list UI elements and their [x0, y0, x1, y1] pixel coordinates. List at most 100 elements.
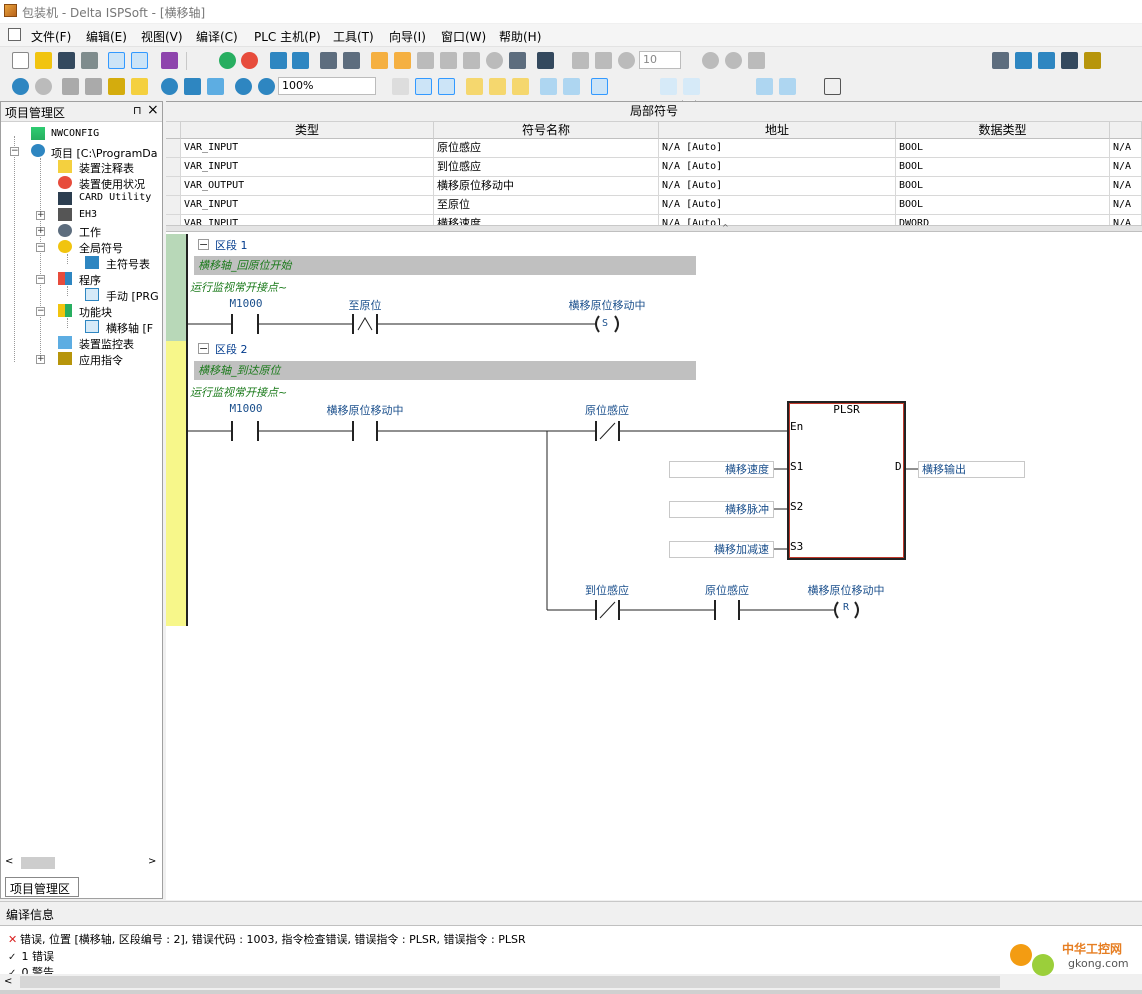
table-cell[interactable]: N/A — [1110, 139, 1142, 158]
table-cell[interactable]: VAR_INPUT — [181, 196, 434, 215]
collapse-icon[interactable]: − — [36, 307, 45, 316]
scroll-thumb[interactable] — [20, 976, 1000, 988]
tree-item-nwconfig[interactable]: NWCONFIG — [51, 128, 99, 139]
table-cell[interactable]: 原位感应 — [434, 139, 659, 158]
menu-window[interactable]: 窗口(W) — [441, 28, 486, 45]
table-cell[interactable]: BOOL — [896, 158, 1110, 177]
collapse-icon[interactable]: − — [10, 147, 19, 156]
tree-item-function-block[interactable]: 功能块 — [79, 304, 112, 320]
table-cell[interactable]: N/A — [1110, 196, 1142, 215]
find-icon[interactable] — [161, 78, 178, 95]
output-summary-errors[interactable]: ✓ 1 错误 — [8, 948, 54, 964]
table-cell[interactable]: DWORD — [896, 215, 1110, 225]
menu-file[interactable]: 文件(F) — [31, 28, 71, 45]
save-icon[interactable] — [58, 52, 75, 69]
window-tool-icon[interactable] — [992, 52, 1009, 69]
tree-item-app-instruction[interactable]: 应用指令 — [79, 352, 123, 368]
eraser-icon[interactable] — [131, 78, 148, 95]
comm-setting-icon[interactable] — [537, 52, 554, 69]
network-icon[interactable] — [509, 52, 526, 69]
table-cell[interactable]: BOOL — [896, 196, 1110, 215]
upload-icon[interactable] — [270, 52, 287, 69]
table-cell[interactable]: N/A [Auto] — [659, 215, 896, 225]
undo-icon[interactable] — [12, 78, 29, 95]
pencil-icon[interactable] — [371, 52, 388, 69]
column-header-data-type[interactable]: 数据类型 — [896, 122, 1110, 139]
table-cell[interactable]: N/A [Auto] — [659, 158, 896, 177]
branch-icon[interactable] — [540, 78, 557, 95]
menu-view[interactable]: 视图(V) — [141, 28, 183, 45]
tree-item-eh3[interactable]: EH3 — [79, 209, 97, 220]
online-monitor-icon[interactable] — [320, 52, 337, 69]
branch-end-icon[interactable] — [563, 78, 580, 95]
table-cell[interactable]: N/A [Auto] — [659, 196, 896, 215]
table-cell[interactable]: 至原位 — [434, 196, 659, 215]
table-cell[interactable]: VAR_INPUT — [181, 158, 434, 177]
pointer-icon[interactable] — [591, 78, 608, 95]
column-header-extra[interactable] — [1110, 122, 1142, 139]
tree-item-traverse-axis[interactable]: 横移轴 [F — [106, 320, 153, 336]
output-horizontal-scrollbar[interactable]: < — [0, 974, 1142, 990]
network-comment-icon[interactable] — [512, 78, 529, 95]
expand-icon[interactable]: + — [36, 355, 45, 364]
jump-icon[interactable] — [207, 78, 224, 95]
window-tool-icon[interactable] — [1038, 52, 1055, 69]
edit-monitor-icon[interactable] — [394, 52, 411, 69]
address-icon[interactable] — [392, 78, 409, 95]
device-monitor-icon[interactable] — [343, 52, 360, 69]
function-block-icon[interactable] — [660, 78, 677, 95]
collapse-icon[interactable]: − — [36, 243, 45, 252]
book-icon[interactable] — [161, 52, 178, 69]
tree-item-main-symbol-table[interactable]: 主符号表 — [106, 256, 150, 272]
table-cell[interactable]: VAR_INPUT — [181, 139, 434, 158]
zoom-in-icon[interactable] — [235, 78, 252, 95]
paste-icon[interactable] — [108, 78, 125, 95]
application-icon[interactable] — [683, 78, 700, 95]
table-cell[interactable]: N/A — [1110, 177, 1142, 196]
close-icon[interactable]: × — [147, 102, 159, 118]
table-cell[interactable]: VAR_OUTPUT — [181, 177, 434, 196]
tree-item-program[interactable]: 程序 — [79, 272, 101, 288]
print-icon[interactable] — [81, 52, 98, 69]
layout-icon[interactable] — [108, 52, 125, 69]
tree-item-device-comment[interactable]: 装置注释表 — [79, 160, 134, 176]
run-icon[interactable] — [219, 52, 236, 69]
window-tool-icon[interactable] — [1061, 52, 1078, 69]
up-arrow-icon[interactable] — [779, 78, 796, 95]
menu-wizard[interactable]: 向导(I) — [389, 28, 426, 45]
menu-compile[interactable]: 编译(C) — [196, 28, 238, 45]
window-tool-icon[interactable] — [1084, 52, 1101, 69]
tree-item-device-usage[interactable]: 装置使用状况 — [79, 176, 145, 192]
scroll-left-icon[interactable]: < — [5, 856, 13, 867]
network-append-icon[interactable] — [489, 78, 506, 95]
copy-icon[interactable] — [85, 78, 102, 95]
table-cell[interactable]: 横移速度 — [434, 215, 659, 225]
network-insert-icon[interactable] — [466, 78, 483, 95]
tree-item-card-utility[interactable]: CARD Utility — [79, 192, 151, 203]
layout-split-icon[interactable] — [131, 52, 148, 69]
comment-mode-icon[interactable] — [415, 78, 432, 95]
pin-icon[interactable]: ⊓ — [133, 104, 142, 117]
table-cell[interactable]: N/A — [1110, 158, 1142, 177]
tab-project-manager[interactable]: 项目管理区 — [5, 877, 79, 897]
zoom-out-icon[interactable] — [258, 78, 275, 95]
expand-icon[interactable]: + — [36, 227, 45, 236]
counter-input[interactable]: 10 — [639, 51, 681, 69]
tree-item-device-monitor[interactable]: 装置监控表 — [79, 336, 134, 352]
menu-plc[interactable]: PLC 主机(P) — [254, 28, 321, 45]
table-cell[interactable]: VAR_INPUT — [181, 215, 434, 225]
stop-icon[interactable] — [241, 52, 258, 69]
tree-item-task[interactable]: 工作 — [79, 224, 101, 240]
table-cell[interactable]: N/A — [1110, 215, 1142, 225]
zoom-select[interactable]: 100% — [278, 77, 376, 95]
menu-tools[interactable]: 工具(T) — [333, 28, 374, 45]
new-file-icon[interactable] — [12, 52, 29, 69]
collapse-icon[interactable]: − — [36, 275, 45, 284]
menu-edit[interactable]: 编辑(E) — [86, 28, 127, 45]
window-tool-icon[interactable] — [1015, 52, 1032, 69]
tree-item-manual-prg[interactable]: 手动 [PRG — [106, 288, 159, 304]
table-cell[interactable]: 横移原位移动中 — [434, 177, 659, 196]
column-header-type[interactable]: 类型 — [181, 122, 434, 139]
tree-item-project[interactable]: 项目 [C:\ProgramDa — [51, 145, 158, 161]
symbol-mode-icon[interactable] — [438, 78, 455, 95]
